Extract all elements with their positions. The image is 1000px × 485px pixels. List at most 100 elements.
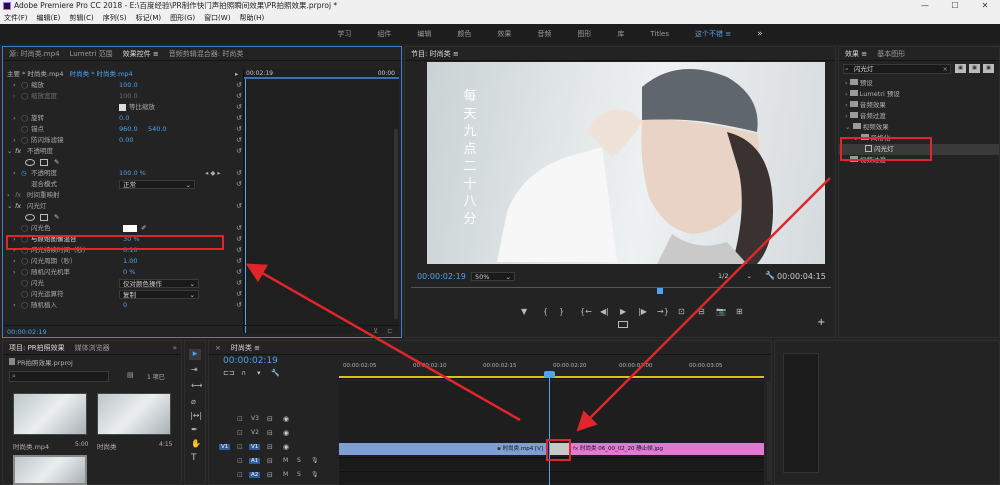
ec-value-anchor[interactable]: 960.0 540.0	[119, 124, 167, 136]
tree-item-video-transitions[interactable]: › 视频过渡	[839, 155, 999, 166]
tab-lumetri-scopes[interactable]: Lumetri 范围	[70, 49, 113, 59]
ec-value-opacity[interactable]: 100.0 %	[119, 168, 146, 180]
audio-track-a1[interactable]	[339, 457, 764, 469]
sync-lock-icon[interactable]: ⊟	[267, 429, 273, 437]
program-video-frame[interactable]: 每 天 九 点 二 十 八 分	[427, 62, 825, 264]
workspace-audio[interactable]: 音频	[524, 29, 564, 39]
play-icon[interactable]: ▶	[620, 307, 626, 316]
snap-icon[interactable]: ⊏⊐	[223, 369, 235, 377]
reset-icon[interactable]: ↺	[236, 80, 242, 92]
tree-item-stylize[interactable]: ⌄ 风格化	[839, 133, 999, 144]
microphone-icon[interactable]: 🎙	[311, 457, 319, 464]
sync-lock-icon[interactable]: ⊟	[267, 457, 273, 465]
source-patch-v1[interactable]: V1	[219, 444, 231, 450]
reset-icon[interactable]: ↺	[236, 245, 242, 257]
reset-icon[interactable]: ↺	[236, 91, 242, 103]
ec-value-antiflicker[interactable]: 0.00	[119, 135, 133, 147]
ripple-edit-tool-icon[interactable]: ⟷	[191, 381, 202, 390]
ec-row-strobe-group[interactable]: ⌄ fx 闪光灯 ↺	[7, 201, 245, 213]
ec-play-icon[interactable]: ▸	[235, 69, 238, 80]
safe-margins-icon[interactable]	[618, 321, 628, 328]
reset-icon[interactable]: ↺	[236, 300, 242, 312]
ec-row-time-remap[interactable]: › fx 时间重映射	[7, 190, 245, 202]
track-lock-icon[interactable]: ⊡	[237, 443, 243, 451]
reset-icon[interactable]: ↺	[236, 256, 242, 268]
project-search-input[interactable]: ⌕	[9, 371, 109, 382]
track-lock-icon[interactable]: ⊡	[237, 415, 243, 423]
32bit-effects-icon[interactable]: ▣	[969, 64, 980, 73]
accelerated-effects-icon[interactable]: ▣	[955, 64, 966, 73]
eye-icon[interactable]: ◉	[283, 443, 289, 451]
reset-icon[interactable]: ↺	[236, 102, 242, 114]
reset-icon[interactable]: ↺	[236, 278, 242, 290]
timeline-timecode[interactable]: 00:00:02:19	[223, 356, 278, 366]
linked-selection-icon[interactable]: ∩	[241, 369, 246, 377]
menu-graphics[interactable]: 图形(G)	[170, 12, 195, 24]
workspace-effects[interactable]: 效果	[484, 29, 524, 39]
strobe-operator-dropdown[interactable]: 复制 ⌄	[119, 290, 199, 299]
ec-value-strobe-duration[interactable]: 0.10	[123, 245, 137, 257]
sync-lock-icon[interactable]: ⊟	[267, 443, 273, 451]
workspace-graphics[interactable]: 图形	[564, 29, 604, 39]
resolution-dropdown[interactable]: 1/2 ⌄	[715, 272, 755, 281]
track-label[interactable]: V1	[249, 444, 261, 450]
step-back-icon[interactable]: ◀|	[600, 307, 609, 316]
project-more-icon[interactable]: »	[173, 344, 177, 352]
menu-sequence[interactable]: 序列(S)	[103, 12, 127, 24]
eye-icon[interactable]: ◉	[283, 429, 289, 437]
reset-icon[interactable]: ↺	[236, 267, 242, 279]
add-marker-icon[interactable]: ▾	[257, 369, 261, 377]
tab-essential-graphics[interactable]: 基本图形	[877, 49, 905, 59]
timeline-v-scrollbar[interactable]	[767, 381, 771, 481]
clip-v1-freeze[interactable]	[549, 443, 569, 455]
export-icon[interactable]: ⊏	[387, 327, 393, 335]
rect-mask-icon[interactable]	[40, 159, 48, 166]
close-button[interactable]: ✕	[970, 0, 1000, 12]
sync-lock-icon[interactable]: ⊟	[267, 415, 273, 423]
add-button-icon[interactable]: +	[817, 317, 825, 328]
track-lock-icon[interactable]: ⊡	[237, 471, 243, 479]
program-timecode[interactable]: 00:00:02:19	[417, 272, 466, 281]
lift-icon[interactable]: ⊡	[678, 307, 685, 316]
ec-value-random-prob[interactable]: 0 %	[123, 267, 135, 279]
ec-value-rotation[interactable]: 0.0	[119, 113, 129, 125]
eyedropper-icon[interactable]: ✐	[141, 223, 146, 235]
program-playhead[interactable]	[657, 288, 663, 294]
strobe-dropdown[interactable]: 仅对颜色操作 ⌄	[119, 279, 199, 288]
eye-icon[interactable]: ◉	[283, 415, 289, 423]
pen-tool-icon[interactable]: ✒	[191, 425, 198, 434]
mute-button[interactable]: M	[283, 471, 288, 478]
reset-icon[interactable]: ↺	[236, 223, 242, 235]
selection-tool-icon[interactable]: ▸	[189, 349, 201, 360]
reset-icon[interactable]: ↺	[236, 289, 242, 301]
project-item-name[interactable]: 时尚类	[97, 441, 117, 451]
menu-clip[interactable]: 剪辑(C)	[69, 12, 93, 24]
workspace-titles[interactable]: Titles	[637, 30, 682, 38]
workspace-learn[interactable]: 学习	[324, 29, 364, 39]
tab-sequence[interactable]: 时尚类 ≡	[231, 343, 260, 353]
project-item-thumbnail[interactable]	[13, 393, 87, 435]
workspace-libraries[interactable]: 库	[604, 29, 637, 39]
filter-icon[interactable]: ⊻	[373, 327, 378, 335]
reset-icon[interactable]: ↺	[236, 179, 242, 191]
microphone-icon[interactable]: 🎙	[311, 471, 319, 478]
rect-mask-icon[interactable]	[40, 214, 48, 221]
tab-effect-controls[interactable]: 效果控件 ≡	[123, 49, 159, 59]
menu-window[interactable]: 窗口(W)	[204, 12, 230, 24]
mark-out-icon[interactable]: }	[559, 307, 564, 316]
extract-icon[interactable]: ⊟	[698, 307, 705, 316]
go-to-in-icon[interactable]: {←	[580, 307, 592, 316]
ec-value-scale[interactable]: 100.0	[119, 80, 138, 92]
workspace-editing[interactable]: 编辑	[404, 29, 444, 39]
timeline-playhead-handle[interactable]	[544, 371, 555, 378]
solo-button[interactable]: S	[297, 471, 301, 478]
timeline-playhead[interactable]	[549, 371, 550, 485]
effects-search-input[interactable]: ⌕ 闪光灯 ×	[843, 64, 951, 74]
export-frame-icon[interactable]: 📷	[716, 307, 726, 316]
solo-button[interactable]: S	[297, 457, 301, 464]
tab-program[interactable]: 节目: 时尚类 ≡	[411, 49, 459, 59]
wrench-icon[interactable]: 🔧	[765, 271, 775, 280]
uniform-scale-checkbox[interactable]	[119, 104, 126, 111]
ec-mini-timeline[interactable]: 00:02:19 00:00	[243, 69, 399, 333]
workspace-assembly[interactable]: 组件	[364, 29, 404, 39]
